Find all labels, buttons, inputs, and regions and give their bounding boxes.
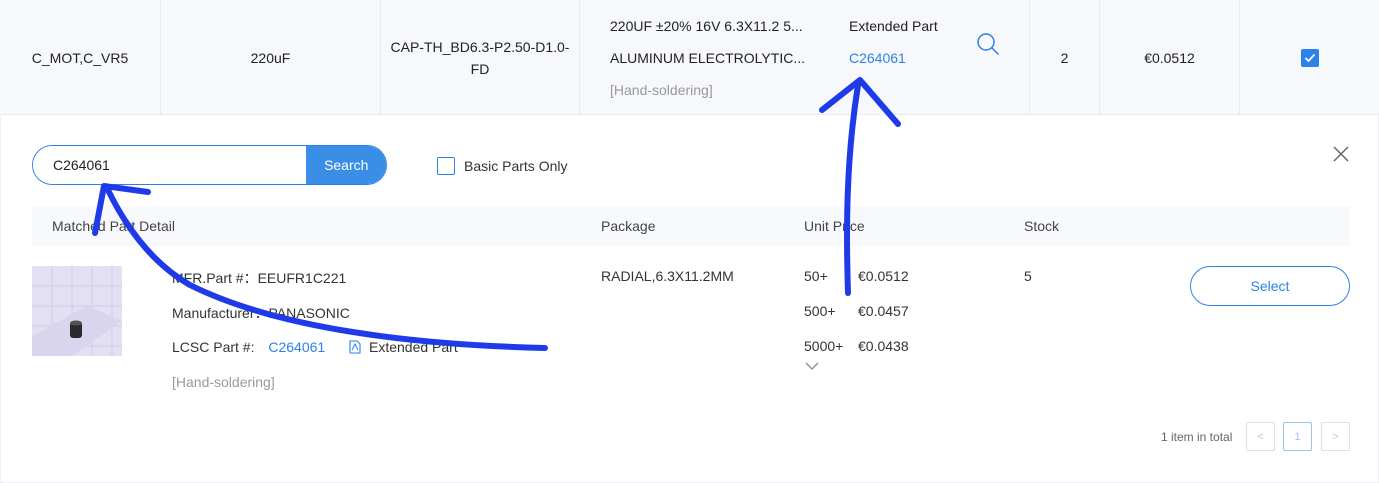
- quantity-text: 2: [1060, 49, 1069, 66]
- check-icon: [1304, 53, 1315, 62]
- price-tier-qty: 5000+: [804, 338, 844, 354]
- price-tier-price: €0.0457: [858, 303, 909, 319]
- description-note: [Hand-soldering]: [610, 82, 713, 98]
- footprint-text: CAP-TH_BD6.3-P2.50-D1.0-FD: [390, 38, 570, 77]
- search-icon[interactable]: [976, 32, 1000, 56]
- price-tier-qty: 500+: [804, 303, 836, 319]
- price-text: €0.0512: [1144, 49, 1195, 66]
- close-icon[interactable]: [1332, 145, 1350, 163]
- search-bar: Search: [32, 145, 387, 185]
- part-type-label: Extended Part: [849, 18, 938, 34]
- pdf-icon[interactable]: [349, 340, 361, 354]
- part-selector-screen: C_MOT,C_VR5 220uF CAP-TH_BD6.3-P2.50-D1.…: [0, 0, 1379, 483]
- description-line-2: ALUMINUM ELECTROLYTIC...: [610, 50, 805, 66]
- quantity-cell: 2: [1030, 0, 1100, 115]
- select-cell: [1240, 0, 1379, 115]
- package-value: RADIAL,6.3X11.2MM: [601, 268, 734, 284]
- header-stock: Stock: [1024, 218, 1060, 234]
- pagination-total: 1 item in total: [1161, 430, 1233, 444]
- search-button[interactable]: Search: [306, 146, 386, 184]
- value-text: 220uF: [250, 49, 291, 66]
- part-search-panel: Search Basic Parts Only Matched Part Det…: [0, 115, 1379, 483]
- designator-text: C_MOT,C_VR5: [31, 49, 129, 66]
- matched-part-cell: 220UF ±20% 16V 6.3X11.2 5... ALUMINUM EL…: [580, 0, 1030, 115]
- header-matched-part-detail: Matched Part Detail: [52, 218, 175, 234]
- value-cell: 220uF: [161, 0, 381, 115]
- lcsc-part-label: LCSC Part #:: [172, 339, 255, 355]
- basic-parts-checkbox[interactable]: [437, 157, 455, 175]
- pagination-page-button[interactable]: 1: [1283, 422, 1312, 451]
- mfr-part-value: EEUFR1C221: [257, 270, 347, 286]
- pagination-prev-button[interactable]: <: [1246, 422, 1275, 451]
- lcsc-part-link[interactable]: C264061: [268, 339, 325, 355]
- select-button[interactable]: Select: [1190, 266, 1350, 306]
- search-input[interactable]: [33, 146, 307, 184]
- lcsc-part-row: LCSC Part #: C264061 Extended Part: [172, 339, 458, 355]
- mfr-part-label: MFR.Part #：: [172, 270, 258, 286]
- price-tier-price: €0.0512: [858, 268, 909, 284]
- part-image: [32, 266, 122, 356]
- chevron-down-icon[interactable]: [805, 362, 819, 371]
- stock-value: 5: [1024, 268, 1032, 284]
- result-part-type: Extended Part: [368, 339, 458, 355]
- row-checkbox[interactable]: [1300, 48, 1319, 67]
- price-cell: €0.0512: [1100, 0, 1240, 115]
- part-thumbnail: [32, 266, 122, 356]
- manufacturer-label: Manufacturer：: [172, 305, 269, 321]
- bom-row: C_MOT,C_VR5 220uF CAP-TH_BD6.3-P2.50-D1.…: [0, 0, 1379, 115]
- manufacturer-row: Manufacturer：PANASONIC: [172, 303, 350, 323]
- footprint-cell: CAP-TH_BD6.3-P2.50-D1.0-FD: [381, 0, 580, 115]
- header-unit-price: Unit Price: [804, 218, 865, 234]
- manufacturer-value: PANASONIC: [268, 305, 350, 321]
- price-tier-price: €0.0438: [858, 338, 909, 354]
- designator-cell: C_MOT,C_VR5: [0, 0, 161, 115]
- mfr-part-row: MFR.Part #：EEUFR1C221: [172, 268, 346, 288]
- pagination-next-button[interactable]: >: [1321, 422, 1350, 451]
- price-tier-qty: 50+: [804, 268, 828, 284]
- header-package: Package: [601, 218, 656, 234]
- basic-parts-label: Basic Parts Only: [464, 158, 568, 174]
- description-line-1: 220UF ±20% 16V 6.3X11.2 5...: [610, 18, 803, 34]
- result-note: [Hand-soldering]: [172, 374, 275, 390]
- part-number-link[interactable]: C264061: [849, 47, 906, 69]
- results-table-header: Matched Part Detail Package Unit Price S…: [32, 206, 1350, 246]
